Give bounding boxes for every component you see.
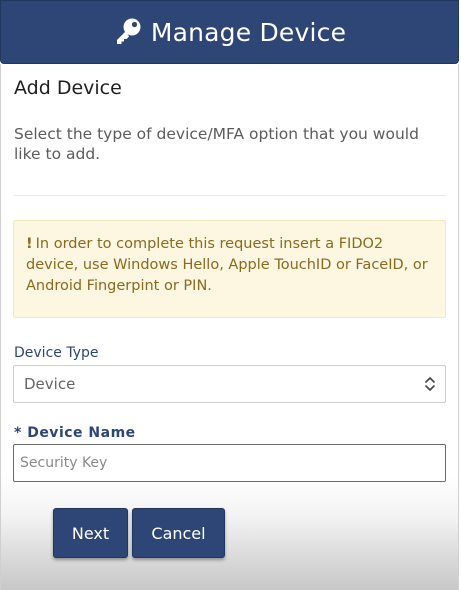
chevron-updown-icon [425, 377, 435, 391]
section-title: Add Device [14, 77, 122, 99]
device-name-label: * Device Name [14, 425, 136, 441]
page-title: Manage Device [150, 17, 347, 47]
intro-text: Select the type of device/MFA option tha… [14, 125, 419, 163]
next-button[interactable]: Next [53, 508, 128, 558]
add-device-panel: Add Device Select the type of device/MFA… [0, 64, 459, 590]
device-type-selected-value: Device [24, 375, 76, 393]
fido2-alert: ! In order to complete this request inser… [13, 220, 446, 318]
exclamation-icon: ! [26, 236, 33, 252]
alert-text: In order to complete this request insert… [26, 236, 428, 294]
device-type-select[interactable]: Device [13, 365, 446, 403]
device-name-input[interactable] [13, 444, 446, 482]
device-type-label: Device Type [14, 345, 99, 361]
page-header: Manage Device [0, 0, 459, 64]
cancel-button[interactable]: Cancel [132, 508, 225, 558]
divider [14, 195, 446, 196]
key-icon [116, 18, 141, 44]
